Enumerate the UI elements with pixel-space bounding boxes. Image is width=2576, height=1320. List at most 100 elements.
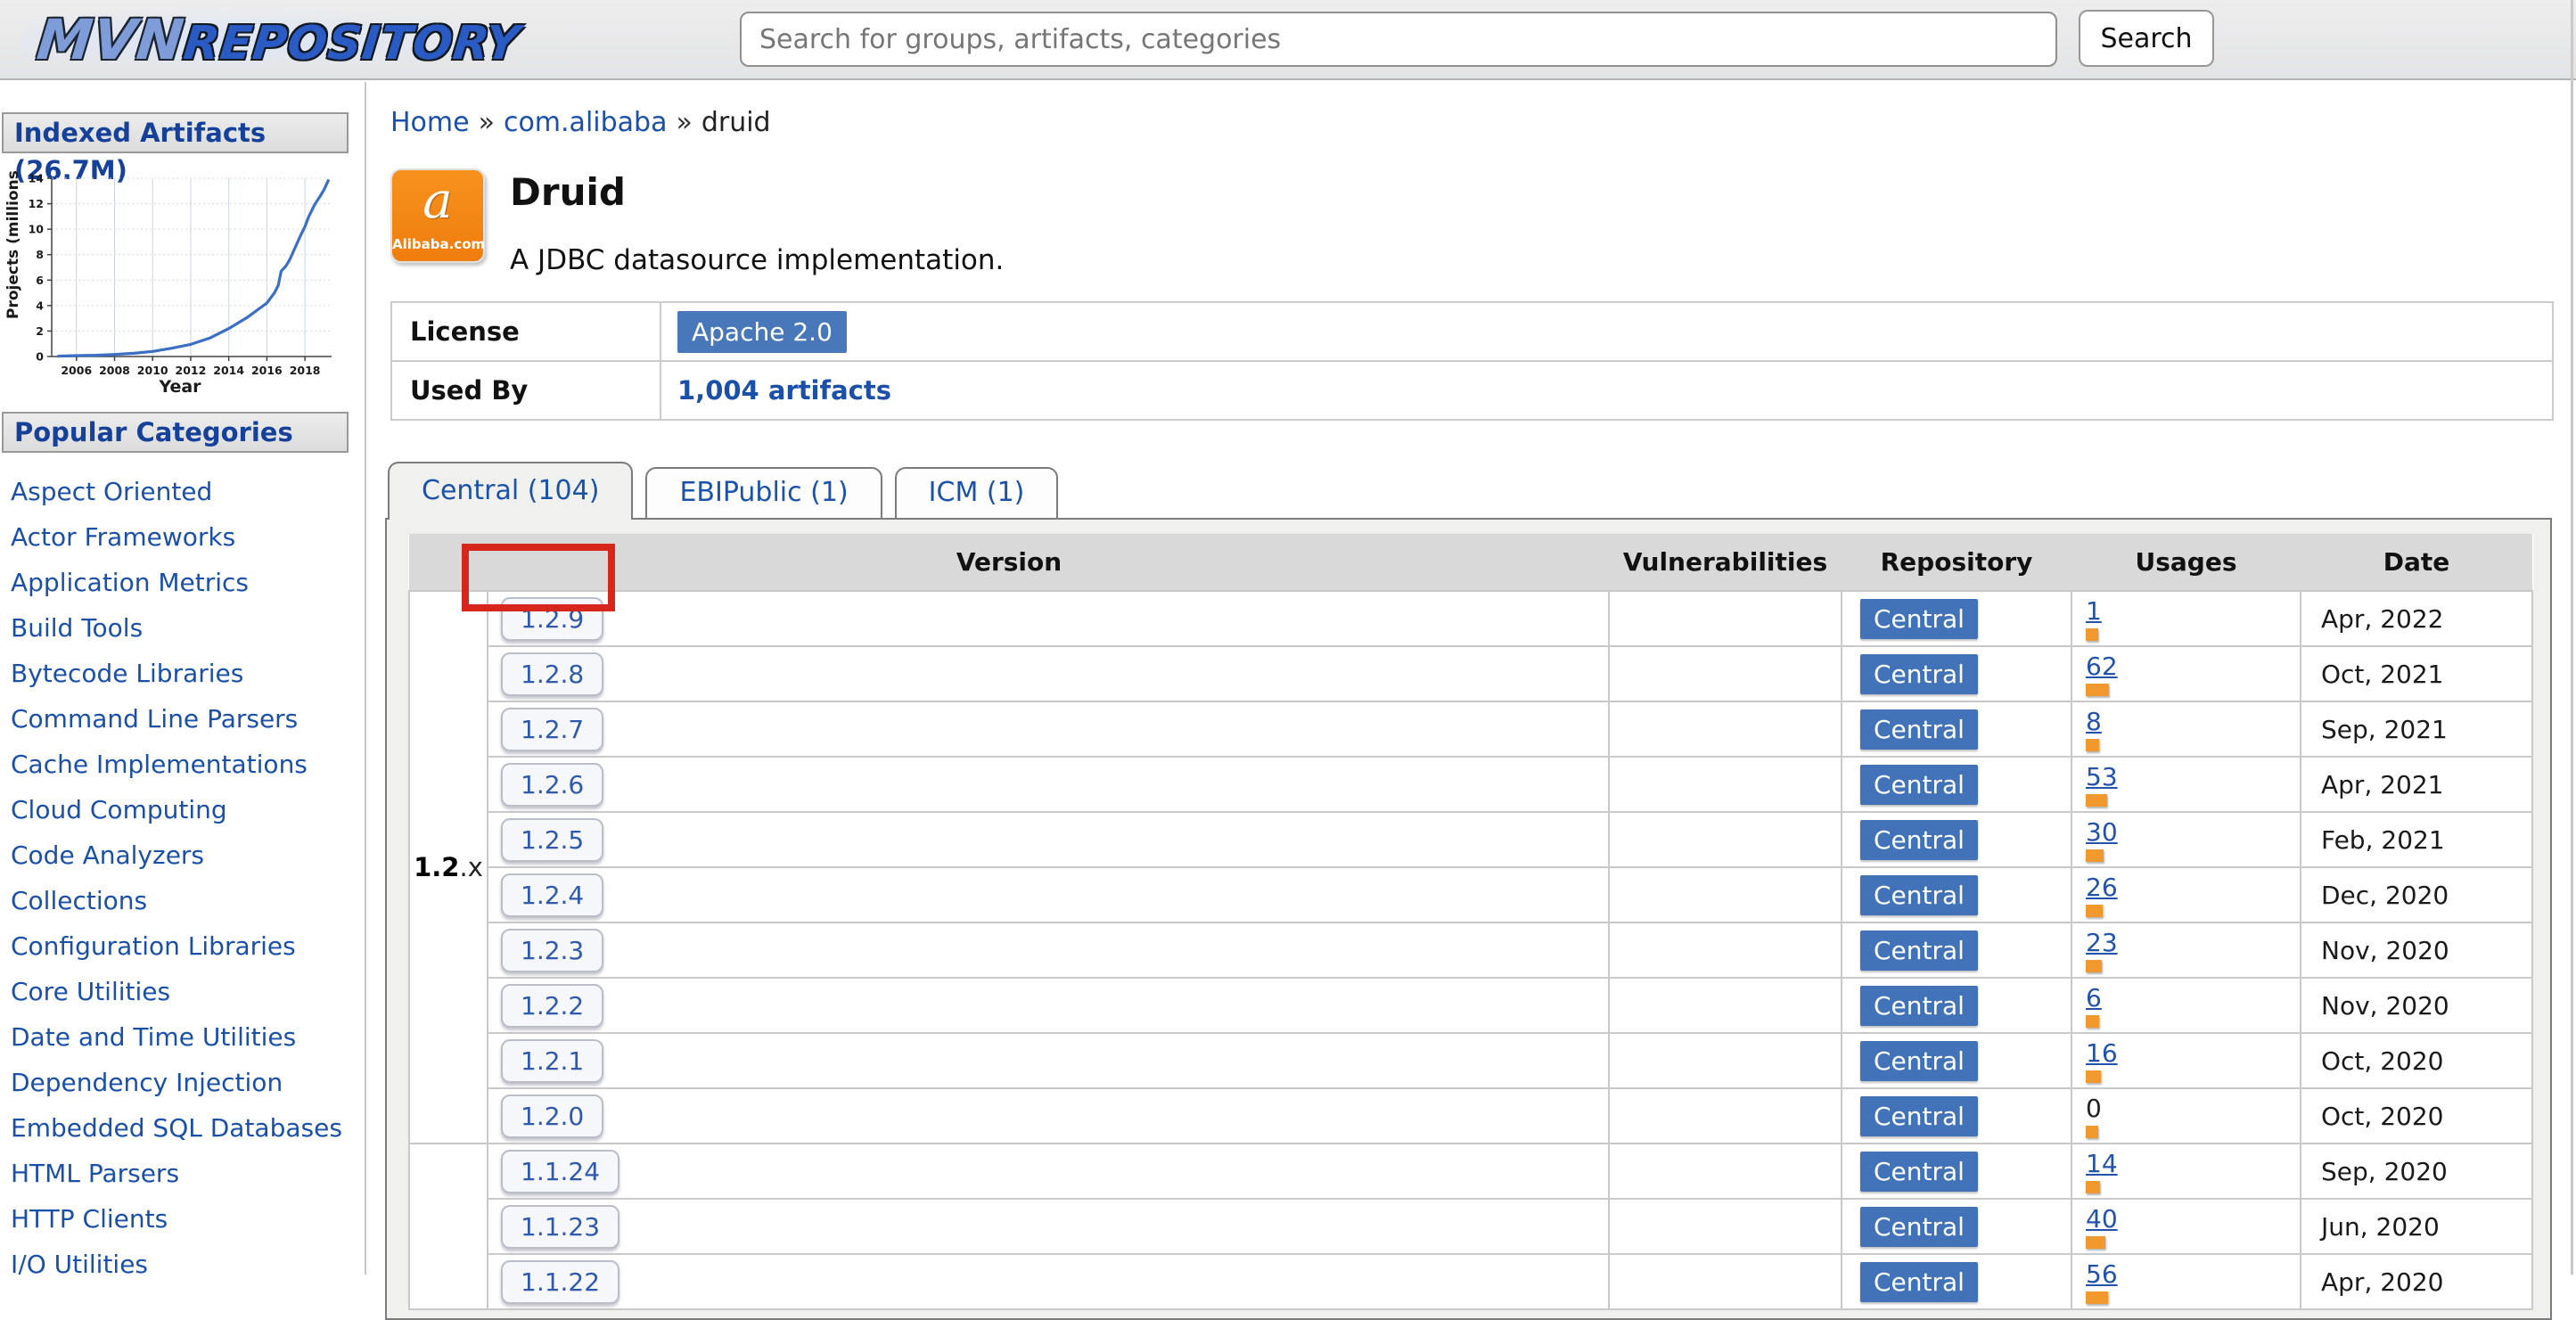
used-by-link[interactable]: 1,004 artifacts [677,375,891,406]
sidebar-category-link[interactable]: Cache Implementations [11,742,365,787]
sidebar-category-link[interactable]: Cloud Computing [11,787,365,832]
sidebar-category-link[interactable]: I/O Utilities [11,1242,365,1275]
usages-count-link[interactable]: 62 [2086,652,2118,681]
svg-text:2012: 2012 [176,364,207,377]
sidebar-category-link[interactable]: Collections [11,878,365,923]
release-date: Sep, 2021 [2301,701,2532,757]
sidebar-category-link[interactable]: Application Metrics [11,560,365,605]
version-row: 1.2.7 Central 8 Sep, 2021 [409,701,2532,757]
sidebar-category-link[interactable]: Command Line Parsers [11,696,365,742]
sidebar-category-link[interactable]: HTTP Clients [11,1196,365,1242]
version-row: 1.2.x1.2.9Central1Apr, 2022 [409,591,2532,646]
repository-tab[interactable]: ICM (1) [895,467,1059,520]
vulnerabilities-cell [1609,646,1842,701]
used-by-label: Used By [391,361,660,420]
version-row: 1.2.6Central53Apr, 2021 [409,757,2532,812]
alibaba-logo-brand-text: Alibaba.com [392,236,483,252]
repository-badge[interactable]: Central [1860,1152,1978,1192]
vulnerabilities-cell [1609,1088,1842,1144]
version-badge[interactable]: 1.2.8 [501,652,603,696]
repository-badge[interactable]: Central [1860,875,1978,915]
sidebar-category-link[interactable]: Aspect Oriented [11,469,365,514]
sidebar: Indexed Artifacts (26.7M) 20062008201020… [0,82,366,1275]
version-table: VersionVulnerabilitiesRepositoryUsagesDa… [408,534,2533,1310]
breadcrumb-item: druid [701,107,771,138]
breadcrumb-item[interactable]: com.alibaba [504,107,668,138]
version-row: 1.1.22Central56Apr, 2020 [409,1254,2532,1309]
sidebar-category-link[interactable]: Core Utilities [11,969,365,1014]
column-header: Repository [1842,534,2071,591]
usages-count-link[interactable]: 53 [2086,762,2118,791]
usages-count-link[interactable]: 1 [2086,596,2102,626]
version-badge[interactable]: 1.1.24 [501,1150,619,1193]
usages-count-link[interactable]: 26 [2086,873,2118,902]
sidebar-category-link[interactable]: HTML Parsers [11,1151,365,1196]
version-badge[interactable]: 1.2.6 [501,763,603,807]
breadcrumb-separator: » [676,107,692,138]
repository-badge[interactable]: Central [1860,1207,1978,1247]
vulnerabilities-cell [1609,867,1842,922]
repository-badge[interactable]: Central [1860,986,1978,1026]
sidebar-category-link[interactable]: Build Tools [11,605,365,651]
sidebar-category-link[interactable]: Configuration Libraries [11,923,365,969]
sidebar-category-link[interactable]: Dependency Injection [11,1060,365,1105]
column-header: Date [2301,534,2532,591]
repository-badge[interactable]: Central [1860,820,1978,860]
sidebar-category-link[interactable]: Bytecode Libraries [11,651,365,696]
repository-badge[interactable]: Central [1860,654,1978,694]
release-date: Feb, 2021 [2301,812,2532,867]
alibaba-logo: a Alibaba.com [390,168,485,263]
usage-bar [2086,628,2098,641]
version-badge[interactable]: 1.2.3 [501,929,603,972]
usages-count-link[interactable]: 8 [2086,707,2102,736]
repository-tab[interactable]: EBIPublic (1) [645,467,882,520]
usages-count-link[interactable]: 14 [2086,1149,2118,1178]
popular-categories-header: Popular Categories [2,412,349,453]
search-button[interactable]: Search [2079,10,2214,67]
license-badge[interactable]: Apache 2.0 [677,311,847,353]
usages-count-link[interactable]: 23 [2086,928,2118,957]
usages-count-link[interactable]: 16 [2086,1038,2118,1068]
search-input[interactable] [740,12,2057,67]
sidebar-category-link[interactable]: Embedded SQL Databases [11,1105,365,1151]
version-table-header-row: VersionVulnerabilitiesRepositoryUsagesDa… [409,534,2532,591]
release-date: Nov, 2020 [2301,922,2532,978]
sidebar-category-link[interactable]: Date and Time Utilities [11,1014,365,1060]
repository-badge[interactable]: Central [1860,1262,1978,1302]
version-badge[interactable]: 1.2.7 [501,708,603,751]
repository-badge[interactable]: Central [1860,931,1978,971]
repository-badge[interactable]: Central [1860,599,1978,639]
version-badge[interactable]: 1.2.0 [501,1095,603,1138]
repository-badge[interactable]: Central [1860,709,1978,750]
logo-repository-text: REPOSITORY [181,17,523,70]
version-badge[interactable]: 1.2.4 [501,873,603,917]
usages-count-link[interactable]: 6 [2086,983,2102,1013]
usage-bar [2086,1291,2108,1304]
version-badge[interactable]: 1.2.5 [501,818,603,862]
mvnrepository-logo[interactable]: MVNREPOSITORY [18,7,540,72]
vulnerabilities-cell [1609,922,1842,978]
repository-badge[interactable]: Central [1860,1041,1978,1081]
usages-count-link[interactable]: 40 [2086,1204,2118,1234]
sidebar-category-link[interactable]: Code Analyzers [11,832,365,878]
version-row: 1.1.24Central14Sep, 2020 [409,1144,2532,1199]
breadcrumb: Home»com.alibaba»druid [390,107,2576,138]
breadcrumb-item[interactable]: Home [390,107,470,138]
version-group-label: 1.2.x [409,591,488,1144]
version-badge[interactable]: 1.1.22 [501,1260,619,1304]
repository-badge[interactable]: Central [1860,1096,1978,1136]
version-badge[interactable]: 1.1.23 [501,1205,619,1249]
usages-count-link: 0 [2086,1094,2102,1123]
page-title: Druid [510,170,1004,214]
version-badge[interactable]: 1.2.1 [501,1039,603,1083]
license-info-table: License Apache 2.0 Used By 1,004 artifac… [390,301,2554,421]
used-by-row: Used By 1,004 artifacts [391,361,2553,420]
sidebar-category-link[interactable]: Actor Frameworks [11,514,365,560]
release-date: Nov, 2020 [2301,978,2532,1033]
usages-count-link[interactable]: 30 [2086,817,2118,847]
version-badge[interactable]: 1.2.2 [501,984,603,1028]
repository-tab[interactable]: Central (104) [388,462,633,520]
vulnerabilities-cell [1609,1033,1842,1088]
repository-badge[interactable]: Central [1860,765,1978,805]
svg-text:2010: 2010 [137,364,168,377]
